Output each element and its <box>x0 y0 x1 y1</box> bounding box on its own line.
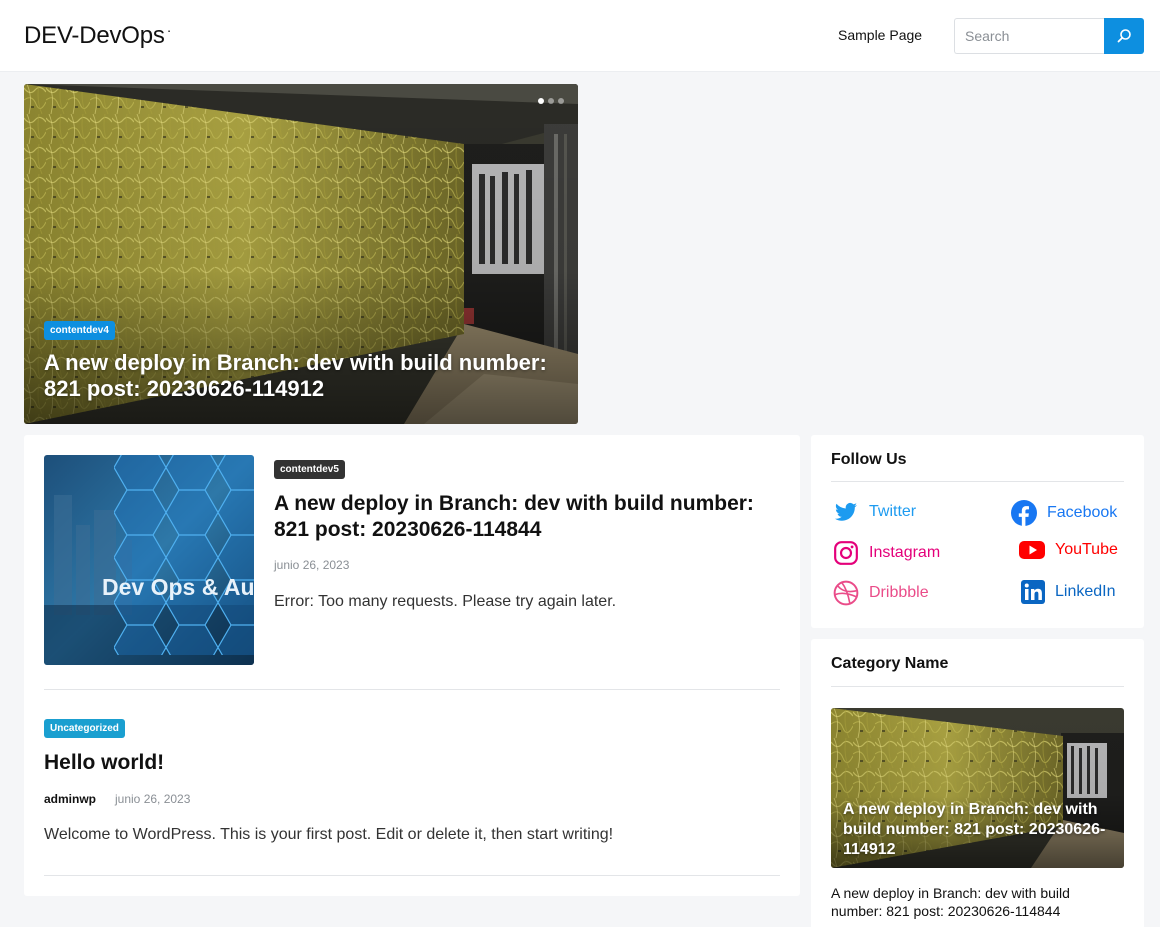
slider-dot[interactable] <box>538 98 544 104</box>
social-label[interactable]: Dribbble <box>869 584 929 602</box>
nav-sample-page[interactable]: Sample Page <box>838 27 922 43</box>
post-excerpt: Welcome to WordPress. This is your first… <box>44 826 614 843</box>
site-title[interactable]: DEV-DevOps · <box>24 22 171 50</box>
social-label[interactable]: Instagram <box>869 544 940 562</box>
category-post-thumbnail[interactable]: A new deploy in Branch: dev with build n… <box>831 708 1124 868</box>
social-link-instagram[interactable]: Instagram <box>833 540 940 566</box>
thumb-text: Dev Ops & Au <box>102 574 254 600</box>
post-title[interactable]: Hello world! <box>44 751 164 775</box>
youtube-icon <box>1019 541 1045 559</box>
category-post-caption[interactable]: A new deploy in Branch: dev with build n… <box>831 884 1121 920</box>
hero-category-badge[interactable]: contentdev4 <box>44 321 115 340</box>
post-divider <box>44 875 780 876</box>
social-link-twitter[interactable]: Twitter <box>833 500 916 524</box>
widget-title: Follow Us <box>831 451 907 468</box>
social-label[interactable]: LinkedIn <box>1055 583 1116 601</box>
category-post-title[interactable]: A new deploy in Branch: dev with build n… <box>843 800 1113 860</box>
hero-slider[interactable]: contentdev4 A new deploy in Branch: dev … <box>24 84 578 424</box>
widget-divider <box>831 686 1124 687</box>
post-date[interactable]: junio 26, 2023 <box>274 558 349 572</box>
post-excerpt: Error: Too many requests. Please try aga… <box>274 593 617 610</box>
twitter-icon <box>835 502 857 521</box>
post-author[interactable]: adminwp <box>44 792 96 806</box>
follow-us-widget: Follow Us Twitter Facebook Instagram You… <box>811 435 1144 628</box>
site-title-text[interactable]: DEV-DevOps <box>24 22 165 49</box>
social-link-linkedin[interactable]: LinkedIn <box>1021 580 1116 604</box>
instagram-icon <box>834 541 858 565</box>
search-form <box>954 18 1144 54</box>
slider-dot[interactable] <box>548 98 554 104</box>
social-link-youtube[interactable]: YouTube <box>1019 540 1118 560</box>
slider-dots <box>538 98 564 104</box>
dribbble-icon <box>833 580 859 606</box>
social-label[interactable]: Facebook <box>1047 504 1117 522</box>
post-category-badge[interactable]: Uncategorized <box>44 719 125 738</box>
post-category-badge[interactable]: contentdev5 <box>274 460 345 479</box>
site-title-suffix: · <box>166 22 172 38</box>
search-button[interactable] <box>1104 18 1144 54</box>
search-icon <box>1117 29 1131 43</box>
search-input[interactable] <box>954 18 1104 54</box>
devops-image: Dev Ops & Au <box>44 455 254 665</box>
widget-title: Category Name <box>831 655 949 672</box>
social-label[interactable]: YouTube <box>1055 541 1118 559</box>
post-list: Dev Ops & Au contentdev5 A new deploy in… <box>24 435 800 896</box>
site-header: DEV-DevOps · Sample Page <box>0 0 1160 72</box>
post-thumbnail[interactable]: Dev Ops & Au <box>44 455 254 665</box>
social-label[interactable]: Twitter <box>869 503 916 521</box>
social-link-facebook[interactable]: Facebook <box>1011 500 1117 526</box>
widget-divider <box>831 481 1124 482</box>
post-date[interactable]: junio 26, 2023 <box>115 792 190 806</box>
social-link-dribbble[interactable]: Dribbble <box>833 580 929 606</box>
post-divider <box>44 689 780 690</box>
linkedin-icon <box>1021 580 1045 604</box>
hero-post-title[interactable]: A new deploy in Branch: dev with build n… <box>44 350 554 402</box>
post-title[interactable]: A new deploy in Branch: dev with build n… <box>274 491 784 543</box>
facebook-icon <box>1011 500 1037 526</box>
slider-dot[interactable] <box>558 98 564 104</box>
category-widget: Category Name A new deploy in Branch: de… <box>811 639 1144 927</box>
